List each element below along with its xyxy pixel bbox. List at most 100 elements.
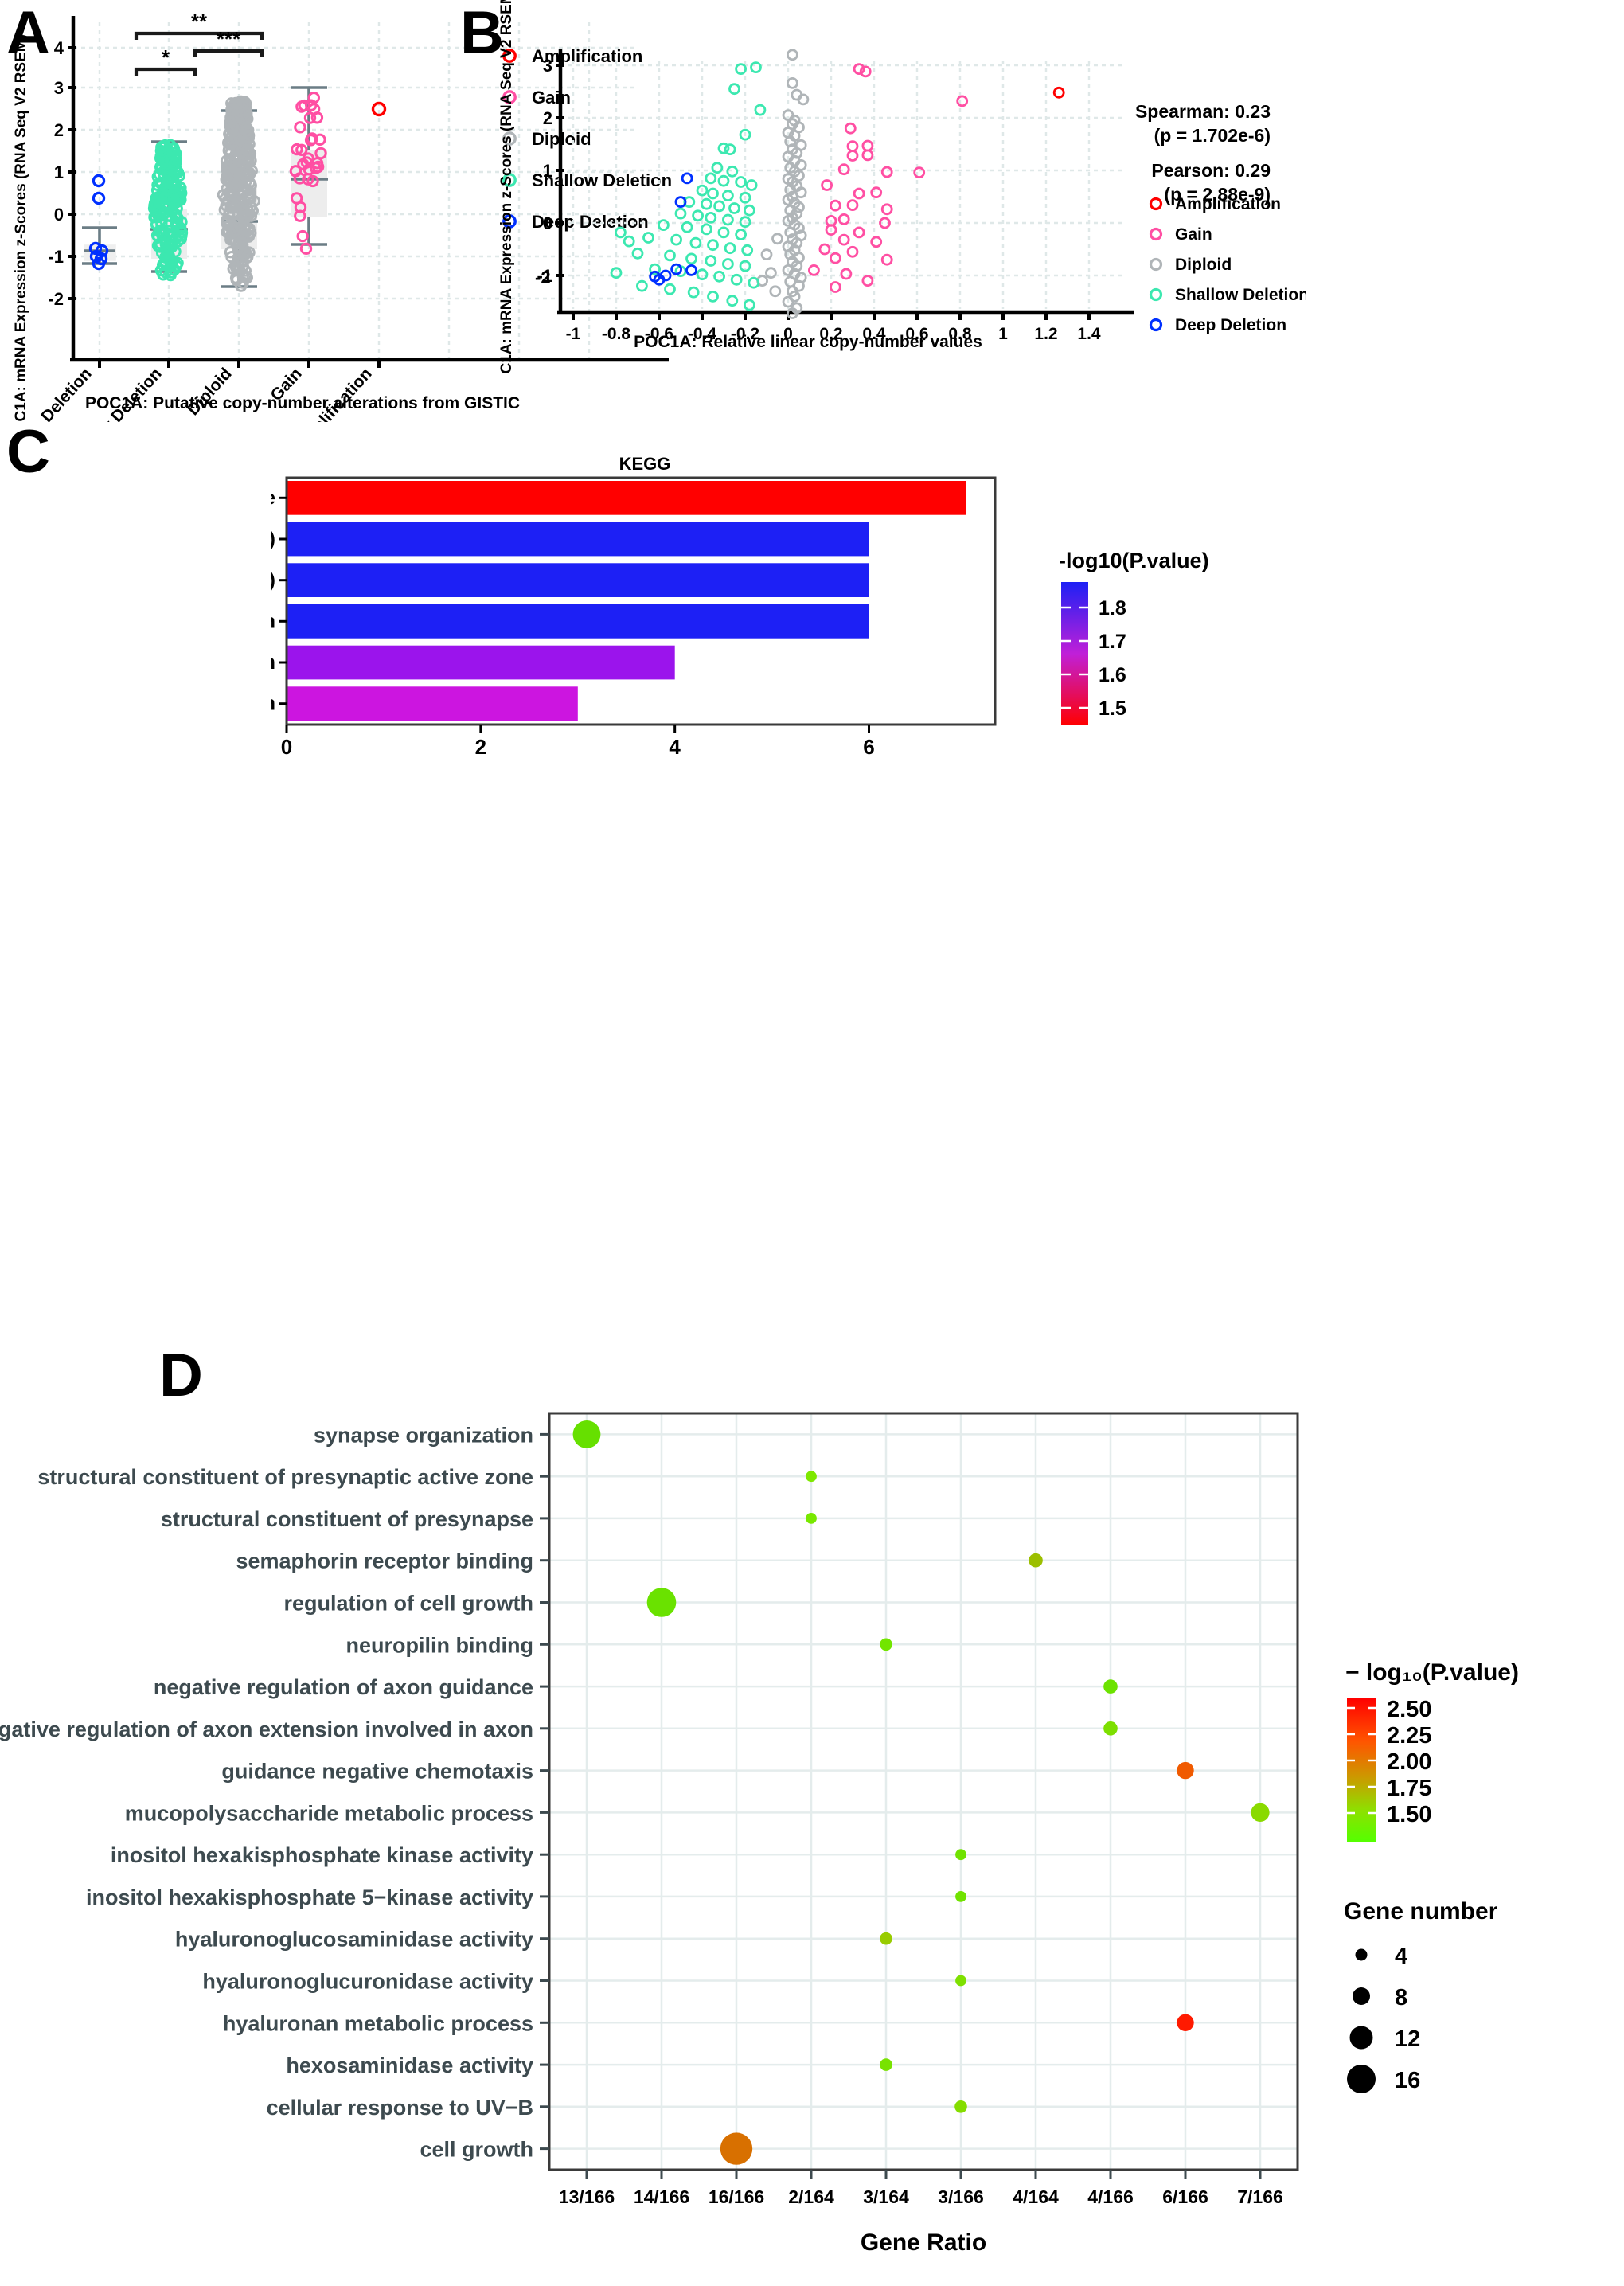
legend-marker bbox=[1149, 257, 1163, 272]
data-point bbox=[724, 242, 736, 255]
bar bbox=[287, 522, 869, 557]
data-point bbox=[635, 279, 648, 292]
panel-b-stat: Spearman: 0.23 bbox=[1135, 101, 1271, 122]
panel-d-chart: synapse organization structural constitue… bbox=[0, 1412, 1519, 2207]
panel-a-xtick-4: Amplification bbox=[291, 365, 376, 422]
bubble-point bbox=[955, 1891, 966, 1902]
panel-d-xtick: 3/166 bbox=[938, 2186, 984, 2207]
panel-d-category: inositol hexakisphosphate kinase activit… bbox=[111, 1843, 533, 1867]
panel-d-xtick: 3/164 bbox=[863, 2186, 909, 2207]
size-legend-label: 8 bbox=[1395, 1985, 1407, 2011]
data-point bbox=[670, 233, 683, 246]
svg-text:*: * bbox=[162, 45, 170, 69]
data-point bbox=[829, 199, 841, 212]
svg-text:**: ** bbox=[191, 10, 208, 33]
data-point bbox=[771, 233, 783, 245]
data-point bbox=[681, 221, 693, 233]
panel-d-category: structural constituent of presynaptic ac… bbox=[37, 1465, 533, 1489]
bubble-point bbox=[880, 2058, 892, 2071]
panel-c-colorbar-tick: 1.5 bbox=[1099, 698, 1126, 720]
bubble-point bbox=[880, 1638, 892, 1651]
bubble-point bbox=[1251, 1803, 1270, 1822]
legend-label: Deep Deletion bbox=[1175, 316, 1286, 334]
panel-d-xlabel: Gene Ratio bbox=[860, 2229, 987, 2256]
panel-d-category: regulation of cell growth bbox=[283, 1592, 533, 1616]
data-point bbox=[721, 258, 734, 270]
data-point bbox=[685, 264, 697, 276]
panel-b-chart: 321 0-1 -2 -1-0.8-0.6-0.4-0.200.20.40.60… bbox=[498, 0, 1306, 374]
colorbar bbox=[1347, 1698, 1376, 1842]
svg-text:4: 4 bbox=[54, 38, 64, 58]
bubble-point bbox=[1103, 1721, 1118, 1736]
panel-c-category: Axon guidance bbox=[271, 487, 275, 509]
data-point bbox=[861, 139, 874, 152]
data-point bbox=[807, 264, 820, 276]
size-legend-marker bbox=[1347, 2065, 1376, 2093]
size-legend-label: 4 bbox=[1395, 1944, 1407, 1969]
panel-d-xtick: 2/164 bbox=[788, 2186, 834, 2207]
legend-label: Amplification bbox=[1175, 195, 1281, 213]
data-point bbox=[664, 283, 676, 295]
legend-marker bbox=[1149, 227, 1163, 241]
data-point bbox=[818, 243, 831, 256]
panel-a-ylabel: POC1A: mRNA Expression z-Scores (RNA Seq… bbox=[13, 34, 29, 422]
legend-marker bbox=[1149, 318, 1163, 332]
panel-c-colorbar-title: -log10(P.value) bbox=[1059, 549, 1209, 572]
data-point bbox=[726, 165, 739, 178]
data-point bbox=[844, 122, 857, 135]
panel-d-xtick: 4/164 bbox=[1013, 2186, 1059, 2207]
data-point bbox=[786, 77, 798, 89]
panel-c-category: Cardiac muscle contraction bbox=[271, 610, 275, 632]
data-point bbox=[743, 204, 755, 217]
data-point bbox=[707, 187, 719, 200]
data-point bbox=[769, 285, 782, 298]
data-point bbox=[735, 229, 748, 240]
data-point bbox=[846, 245, 859, 258]
data-point bbox=[829, 252, 841, 264]
data-point bbox=[741, 244, 754, 256]
panel-d-xtick: 6/166 bbox=[1162, 2186, 1208, 2207]
panel-d-category: negative regulation of axon guidance bbox=[154, 1675, 533, 1699]
panel-c-category: Hypertrophic cardiomyopathy (HCM) bbox=[271, 528, 275, 550]
panel-d-category: negative regulation of axon extension in… bbox=[0, 1717, 533, 1741]
bubble-point bbox=[1177, 2014, 1194, 2031]
bar bbox=[287, 686, 578, 721]
panel-d-category: synapse organization bbox=[314, 1423, 533, 1447]
panel-b-ylabel: POC1A: mRNA Expression z-Scores (RNA Seq… bbox=[498, 0, 515, 374]
data-point bbox=[846, 199, 859, 212]
data-point bbox=[880, 166, 893, 178]
data-point bbox=[837, 213, 850, 225]
data-point bbox=[1052, 86, 1065, 99]
data-point bbox=[760, 248, 773, 261]
panel-c-category: Glycosaminoglycan degradation bbox=[271, 693, 275, 715]
size-legend-marker bbox=[1349, 2026, 1373, 2050]
svg-text:1: 1 bbox=[54, 162, 64, 182]
data-point bbox=[750, 61, 762, 73]
data-point bbox=[687, 286, 700, 299]
legend-marker bbox=[1149, 197, 1163, 211]
bubble-point bbox=[720, 2132, 753, 2165]
panel-c-title: KEGG bbox=[619, 454, 671, 474]
panel-d-category: mucopolysaccharide metabolic process bbox=[125, 1801, 533, 1825]
data-point bbox=[721, 190, 734, 202]
data-point bbox=[870, 186, 883, 199]
legend-marker bbox=[1149, 287, 1163, 302]
legend-label: Gain bbox=[1175, 225, 1212, 244]
svg-text:1: 1 bbox=[543, 161, 552, 181]
panel-d-colorbar-tick: 2.00 bbox=[1387, 1749, 1431, 1775]
panel-d-xtick: 4/166 bbox=[1087, 2186, 1134, 2207]
panel-c-xtick: 0 bbox=[281, 735, 292, 759]
data-point bbox=[861, 149, 874, 162]
data-point bbox=[657, 219, 670, 232]
data-point bbox=[853, 226, 865, 239]
bubble-point bbox=[1029, 1553, 1043, 1568]
panel-c-chart: Axon guidance Hypertrophic cardiomyopathy… bbox=[271, 476, 1209, 759]
panel-d-colorbar-tick: 2.25 bbox=[1387, 1723, 1431, 1749]
bubble-point bbox=[806, 1513, 817, 1524]
data-point bbox=[870, 236, 883, 248]
data-point bbox=[705, 255, 717, 267]
svg-text:2: 2 bbox=[543, 108, 552, 128]
panel-d-category: hyaluronoglucosaminidase activity bbox=[175, 1928, 533, 1952]
data-point bbox=[705, 211, 717, 224]
data-point bbox=[846, 140, 859, 153]
